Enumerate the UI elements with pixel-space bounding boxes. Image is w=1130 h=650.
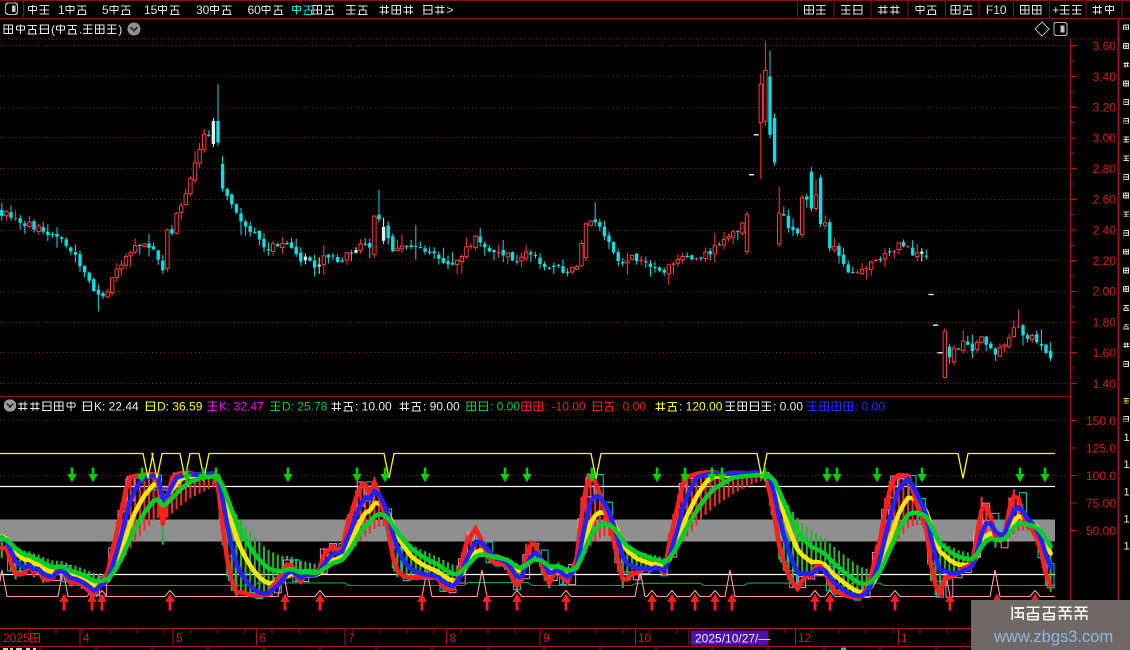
svg-text:100.0: 100.0 (1086, 469, 1116, 483)
svg-text:: 90.00: : 90.00 (423, 399, 460, 413)
svg-text:: 10.00: : 10.00 (355, 399, 392, 413)
svg-text:5: 5 (102, 3, 109, 17)
svg-text:F10: F10 (986, 3, 1007, 17)
svg-text:www.zbgs3.com: www.zbgs3.com (993, 628, 1113, 646)
svg-text:2.60: 2.60 (1093, 193, 1117, 207)
svg-text:(: ( (51, 22, 55, 36)
svg-text:: 120.00: : 120.00 (679, 399, 723, 413)
svg-text:1: 1 (58, 3, 65, 17)
svg-text:.: . (79, 22, 82, 36)
svg-text:2025/10/27/—: 2025/10/27/— (695, 631, 770, 645)
svg-text:150.0: 150.0 (1086, 414, 1116, 428)
svg-text:: 0.00: : 0.00 (490, 399, 520, 413)
svg-text:>: > (447, 3, 454, 17)
svg-text:: -10.00: : -10.00 (545, 399, 586, 413)
svg-text:3.20: 3.20 (1093, 101, 1117, 115)
svg-text:8: 8 (450, 631, 457, 645)
svg-text:D: 36.59: D: 36.59 (157, 399, 203, 413)
svg-text:2.40: 2.40 (1093, 223, 1117, 237)
svg-text:7: 7 (348, 631, 355, 645)
svg-text:75.00: 75.00 (1086, 496, 1116, 510)
svg-text:5: 5 (176, 631, 183, 645)
svg-text:15: 15 (144, 3, 158, 17)
svg-text:1: 1 (901, 631, 908, 645)
svg-text:3.00: 3.00 (1093, 131, 1117, 145)
svg-text:): ) (118, 22, 122, 36)
svg-text:9: 9 (543, 631, 550, 645)
svg-text:2.20: 2.20 (1093, 254, 1117, 268)
svg-text:10: 10 (638, 631, 652, 645)
svg-text:60: 60 (248, 3, 262, 17)
svg-text:2025: 2025 (3, 631, 30, 645)
svg-text:30: 30 (196, 3, 210, 17)
svg-text:3.40: 3.40 (1093, 70, 1117, 84)
svg-text:D: 25.78: D: 25.78 (282, 399, 328, 413)
svg-text:6: 6 (260, 631, 267, 645)
svg-text:1.80: 1.80 (1093, 315, 1117, 329)
svg-text:K: 32.47: K: 32.47 (219, 399, 264, 413)
svg-text:50.00: 50.00 (1086, 524, 1116, 538)
svg-text:1.60: 1.60 (1093, 346, 1117, 360)
svg-text:+: + (1052, 3, 1059, 17)
svg-text:3.60: 3.60 (1093, 39, 1117, 53)
svg-text:1: 1 (1124, 514, 1130, 526)
svg-text:125.0: 125.0 (1086, 441, 1116, 455)
svg-text:: 0.00: : 0.00 (773, 399, 803, 413)
svg-text:1: 1 (1124, 541, 1130, 553)
svg-text:2.80: 2.80 (1093, 162, 1117, 176)
svg-text:1: 1 (1124, 459, 1130, 471)
svg-text:4: 4 (83, 631, 90, 645)
svg-text:1: 1 (1124, 486, 1130, 498)
svg-text:12: 12 (798, 631, 812, 645)
svg-text:: 0.00: : 0.00 (855, 399, 885, 413)
svg-text:1.40: 1.40 (1093, 377, 1117, 391)
svg-text:K: 22.44: K: 22.44 (94, 399, 139, 413)
svg-text:1: 1 (1124, 432, 1130, 444)
svg-text:: 0.00: : 0.00 (616, 399, 646, 413)
svg-text:2.00: 2.00 (1093, 285, 1117, 299)
